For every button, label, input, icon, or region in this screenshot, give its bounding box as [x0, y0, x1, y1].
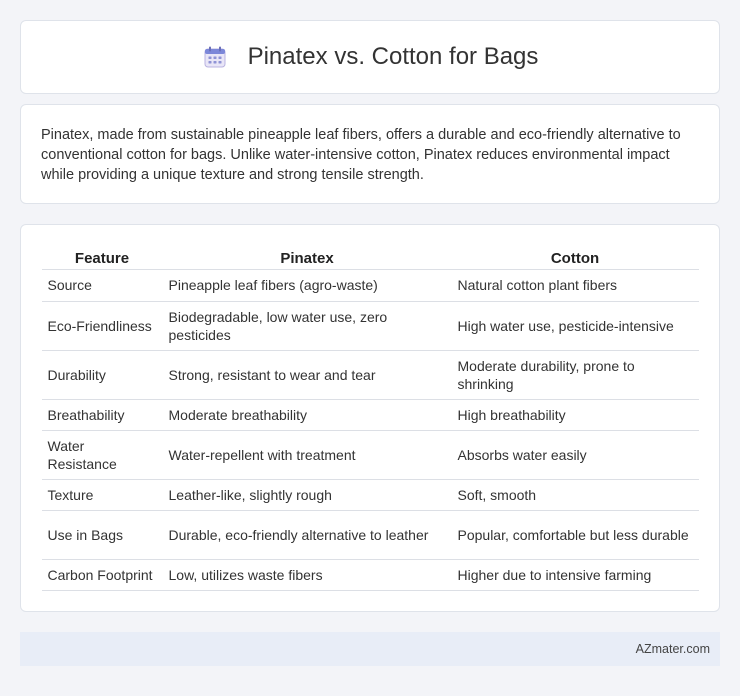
cell-pinatex: Pineapple leaf fibers (agro-waste) — [162, 269, 452, 302]
cell-feature: Source — [41, 269, 163, 302]
description-text: Pinatex, made from sustainable pineapple… — [41, 127, 681, 183]
page-title: Pinatex vs. Cotton for Bags — [247, 43, 539, 70]
cell-cotton: Soft, smooth — [451, 479, 699, 511]
cell-cotton: Higher due to intensive farming — [451, 559, 699, 591]
cell-cotton: Natural cotton plant fibers — [451, 269, 699, 302]
table-header-row: Feature Pinatex Cotton — [41, 245, 699, 270]
table-row: Water Resistance Water-repellent with tr… — [41, 430, 699, 480]
title-card: Pinatex vs. Cotton for Bags — [20, 20, 720, 94]
footer-site-link[interactable]: AZmater.com — [636, 642, 710, 656]
cell-feature: Breathability — [41, 399, 163, 431]
cell-cotton: Absorbs water easily — [451, 430, 699, 480]
table-row: Texture Leather-like, slightly rough Sof… — [41, 479, 699, 511]
cell-feature: Eco-Friendliness — [41, 301, 163, 351]
cell-cotton: Moderate durability, prone to shrinking — [451, 350, 699, 400]
calendar-icon — [202, 44, 228, 70]
table-row: Breathability Moderate breathability Hig… — [41, 399, 699, 431]
cell-feature: Water Resistance — [41, 430, 163, 480]
cell-pinatex: Durable, eco-friendly alternative to lea… — [162, 510, 452, 560]
cell-cotton: High breathability — [451, 399, 699, 431]
cell-feature: Use in Bags — [41, 510, 163, 560]
cell-cotton: Popular, comfortable but less durable — [451, 510, 699, 560]
cell-cotton: High water use, pesticide-intensive — [451, 301, 699, 351]
cell-pinatex: Water-repellent with treatment — [162, 430, 452, 480]
table-row: Durability Strong, resistant to wear and… — [41, 350, 699, 400]
cell-feature: Durability — [41, 350, 163, 400]
cell-pinatex: Moderate breathability — [162, 399, 452, 431]
table-row: Use in Bags Durable, eco-friendly altern… — [41, 510, 699, 560]
comparison-table: Feature Pinatex Cotton Source Pineapple … — [41, 245, 699, 591]
cell-pinatex: Low, utilizes waste fibers — [162, 559, 452, 591]
footer: AZmater.com — [20, 632, 720, 666]
description-card: Pinatex, made from sustainable pineapple… — [20, 104, 720, 204]
cell-pinatex: Strong, resistant to wear and tear — [162, 350, 452, 400]
cell-feature: Carbon Footprint — [41, 559, 163, 591]
title-wrap: Pinatex vs. Cotton for Bags — [202, 43, 539, 71]
header-pinatex: Pinatex — [162, 245, 452, 270]
table-row: Carbon Footprint Low, utilizes waste fib… — [41, 559, 699, 591]
comparison-table-card: Feature Pinatex Cotton Source Pineapple … — [20, 224, 720, 612]
header-cotton: Cotton — [451, 245, 699, 270]
header-feature: Feature — [41, 245, 163, 270]
cell-pinatex: Leather-like, slightly rough — [162, 479, 452, 511]
cell-pinatex: Biodegradable, low water use, zero pesti… — [162, 301, 452, 351]
cell-feature: Texture — [41, 479, 163, 511]
table-row: Eco-Friendliness Biodegradable, low wate… — [41, 301, 699, 351]
table-row: Source Pineapple leaf fibers (agro-waste… — [41, 269, 699, 302]
